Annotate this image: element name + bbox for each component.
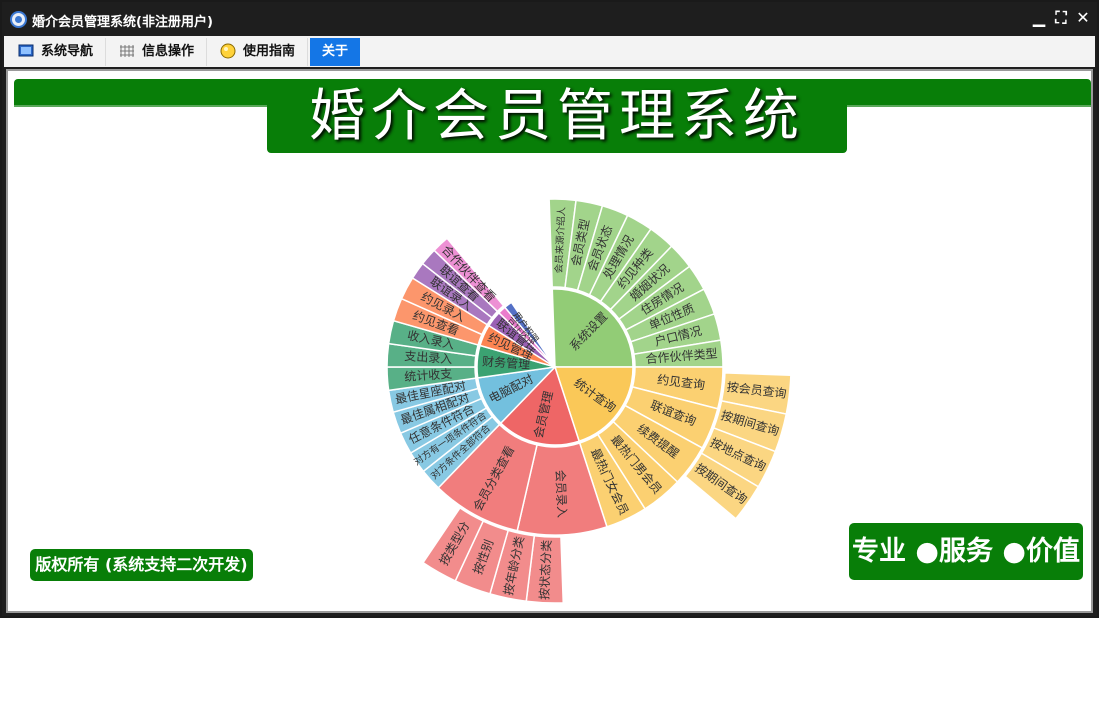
close-button[interactable]: ✕ (1074, 9, 1092, 27)
slogan-badge: 专业 ●服务 ●价值 (849, 523, 1083, 580)
app-window: 婚介会员管理系统(非注册用户) ▁ ⛶ ✕ 系统导航 信息操作 使用指南 关于 … (0, 0, 1099, 618)
menu-label: 关于 (322, 44, 349, 59)
menu-info-ops[interactable]: 信息操作 (107, 38, 207, 66)
sunburst-subitem-label: 按状态分类 (537, 540, 554, 601)
sunburst-item-label: 会员录入 (553, 470, 569, 519)
about-panel: 婚介会员管理系统 系统设置 会员来源介绍人 会员类型 会员状态 处理情况 约见种类 婚姻状况… (6, 69, 1093, 613)
menu-user-guide[interactable]: 使用指南 (208, 38, 308, 66)
copyright-badge: 版权所有 (系统支持二次开发) (30, 549, 253, 581)
restore-button[interactable]: ⛶ (1052, 9, 1070, 27)
window-title: 婚介会员管理系统(非注册用户) (32, 15, 213, 30)
app-logo-icon (10, 11, 27, 28)
grid-icon (120, 45, 134, 57)
menu-label: 系统导航 (41, 44, 94, 59)
menu-system-nav[interactable]: 系统导航 (6, 38, 106, 66)
menu-about[interactable]: 关于 (310, 38, 360, 66)
minimize-button[interactable]: ▁ (1030, 9, 1048, 27)
menu-label: 使用指南 (243, 44, 296, 59)
menu-label: 信息操作 (142, 44, 195, 59)
monitor-icon (18, 44, 34, 57)
menu-bar: 系统导航 信息操作 使用指南 关于 (4, 36, 1095, 67)
bulb-icon (220, 43, 236, 59)
title-bar[interactable]: 婚介会员管理系统(非注册用户) ▁ ⛶ ✕ (2, 2, 1097, 36)
